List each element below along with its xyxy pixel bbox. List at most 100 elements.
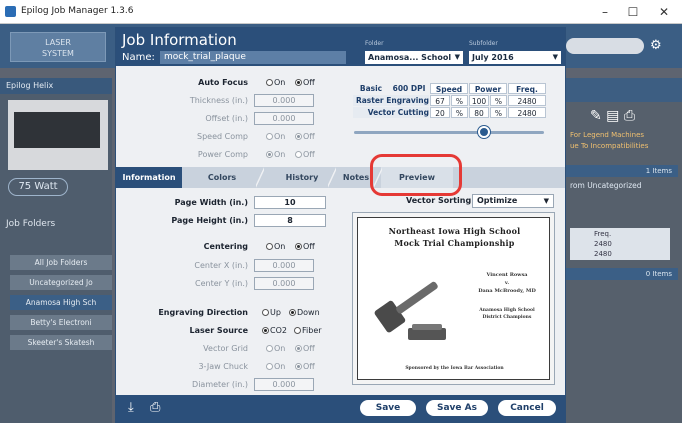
- thickness-input[interactable]: 0.000: [254, 94, 314, 107]
- maximize-button[interactable]: ☐: [621, 3, 645, 21]
- table-cell: 2480: [594, 250, 612, 258]
- three-jaw-on-radio[interactable]: On: [266, 362, 285, 371]
- power-comp-off-radio[interactable]: Off: [295, 150, 315, 159]
- direction-up-radio[interactable]: Up: [262, 308, 281, 317]
- table-cell: 2480: [594, 240, 612, 248]
- percent-label: %: [451, 107, 468, 118]
- compatibility-note: For Legend Machines ue To Incompatibilit…: [570, 131, 649, 150]
- chevron-down-icon: ▼: [454, 53, 460, 61]
- chevron-down-icon: ▼: [552, 53, 558, 61]
- chevron-down-icon: ▼: [543, 197, 549, 205]
- preview-name-1: Vincent Rowsa: [486, 272, 528, 278]
- auto-focus-label: Auto Focus: [198, 78, 248, 87]
- app-icon: [5, 6, 16, 17]
- jobs-panel-header: [566, 78, 682, 102]
- import-icon[interactable]: ⤓: [128, 400, 134, 415]
- item-count: 0 Items: [566, 268, 678, 280]
- vector-freq-input[interactable]: 2480: [508, 107, 546, 118]
- parameter-slider-handle[interactable]: [478, 126, 490, 138]
- folder-item[interactable]: Betty's Electroni: [10, 315, 112, 330]
- offset-input[interactable]: 0.000: [254, 112, 314, 125]
- raster-speed-input[interactable]: 67: [430, 95, 450, 106]
- vector-grid-label: Vector Grid: [203, 344, 248, 353]
- save-button[interactable]: Save: [360, 400, 416, 416]
- edit-icon[interactable]: ✎ ▤ ⎙: [590, 108, 635, 124]
- vector-grid-off-radio[interactable]: Off: [295, 344, 315, 353]
- speed-header: Speed: [430, 83, 468, 94]
- close-button[interactable]: ✕: [652, 3, 676, 21]
- auto-focus-off-radio[interactable]: Off: [295, 78, 315, 87]
- folder-item[interactable]: Uncategorized Jo: [10, 275, 112, 290]
- auto-focus-on-radio[interactable]: On: [266, 78, 285, 87]
- page-height-label: Page Height (in.): [171, 216, 248, 225]
- direction-down-radio[interactable]: Down: [289, 308, 320, 317]
- minimize-button[interactable]: –: [593, 3, 617, 21]
- folder-item[interactable]: Anamosa High Sch: [10, 295, 112, 310]
- diameter-input[interactable]: 0.000: [254, 378, 314, 391]
- laser-system-button[interactable]: LASER SYSTEM: [10, 32, 106, 62]
- tab-information[interactable]: Information: [116, 167, 182, 188]
- job-folders-title: Job Folders: [6, 219, 56, 229]
- center-x-label: Center X (in.): [194, 261, 248, 270]
- preview-school-1: Anamosa High School: [479, 308, 535, 313]
- job-name-input[interactable]: mock_trial_plaque: [160, 51, 346, 64]
- gear-icon[interactable]: ⚙: [650, 38, 662, 53]
- folder-label: Folder: [365, 40, 384, 47]
- window-title: Epilog Job Manager 1.3.6: [21, 6, 134, 16]
- diameter-label: Diameter (in.): [192, 380, 248, 389]
- machine-panel-title: Epilog Helix: [0, 78, 112, 94]
- speed-comp-on-radio[interactable]: On: [266, 132, 285, 141]
- tab-separator: [256, 167, 264, 188]
- centering-off-radio[interactable]: Off: [295, 242, 315, 251]
- name-label: Name:: [122, 52, 155, 63]
- subfolder-select[interactable]: July 2016 ▼: [469, 51, 561, 64]
- raster-engraving-label: Raster Engraving: [353, 95, 429, 106]
- raster-freq-input[interactable]: 2480: [508, 95, 546, 106]
- centering-on-radio[interactable]: On: [266, 242, 285, 251]
- search-input[interactable]: [566, 38, 644, 54]
- machine-image-body: [14, 112, 100, 148]
- plaque-preview: Northeast Iowa High School Mock Trial Ch…: [357, 217, 550, 380]
- power-comp-on-radio[interactable]: On: [266, 150, 285, 159]
- page-width-label: Page Width (in.): [174, 198, 248, 207]
- preview-line-1: Northeast Iowa High School: [388, 226, 521, 236]
- center-y-input[interactable]: 0.000: [254, 277, 314, 290]
- window-titlebar: Epilog Job Manager 1.3.6 – ☐ ✕: [0, 0, 682, 24]
- preview-school-2: District Champions: [482, 315, 532, 320]
- vector-power-input[interactable]: 80: [469, 107, 489, 118]
- vector-speed-input[interactable]: 20: [430, 107, 450, 118]
- cancel-button[interactable]: Cancel: [498, 400, 556, 416]
- laser-co2-radio[interactable]: CO2: [262, 326, 287, 335]
- tab-colors[interactable]: Colors: [182, 167, 262, 188]
- laser-source-label: Laser Source: [189, 326, 248, 335]
- percent-label: %: [490, 95, 507, 106]
- raster-power-input[interactable]: 100: [469, 95, 489, 106]
- item-count: 1 Items: [566, 165, 678, 177]
- vector-sorting-select[interactable]: Optimize ▼: [472, 194, 554, 208]
- three-jaw-off-radio[interactable]: Off: [295, 362, 315, 371]
- percent-label: %: [451, 95, 468, 106]
- offset-label: Offset (in.): [205, 114, 248, 123]
- center-y-label: Center Y (in.): [195, 279, 248, 288]
- vector-grid-on-radio[interactable]: On: [266, 344, 285, 353]
- wattage-badge: 75 Watt: [8, 178, 68, 196]
- preview-sponsor: Sponsored by the Iowa Bar Association: [405, 366, 504, 371]
- laser-fiber-radio[interactable]: Fiber: [294, 326, 322, 335]
- three-jaw-chuck-label: 3-Jaw Chuck: [198, 362, 248, 371]
- folder-item[interactable]: All Job Folders: [10, 255, 112, 270]
- jobs-table: Freq. 2480 2480: [570, 228, 670, 260]
- preview-vs: v.: [504, 280, 510, 286]
- folder-select[interactable]: Anamosa... School ▼: [365, 51, 463, 64]
- center-x-input[interactable]: 0.000: [254, 259, 314, 272]
- mode-label: Basic: [359, 84, 383, 93]
- dpi-label: 600 DPI: [392, 84, 426, 93]
- thickness-label: Thickness (in.): [189, 96, 248, 105]
- parameter-slider-track[interactable]: [354, 131, 544, 134]
- print-icon[interactable]: ⎙: [150, 400, 160, 415]
- page-height-input[interactable]: 8: [254, 214, 326, 227]
- page-width-input[interactable]: 10: [254, 196, 326, 209]
- table-header: Freq.: [594, 230, 612, 238]
- speed-comp-off-radio[interactable]: Off: [295, 132, 315, 141]
- folder-item[interactable]: Skeeter's Skatesh: [10, 335, 112, 350]
- save-as-button[interactable]: Save As: [426, 400, 488, 416]
